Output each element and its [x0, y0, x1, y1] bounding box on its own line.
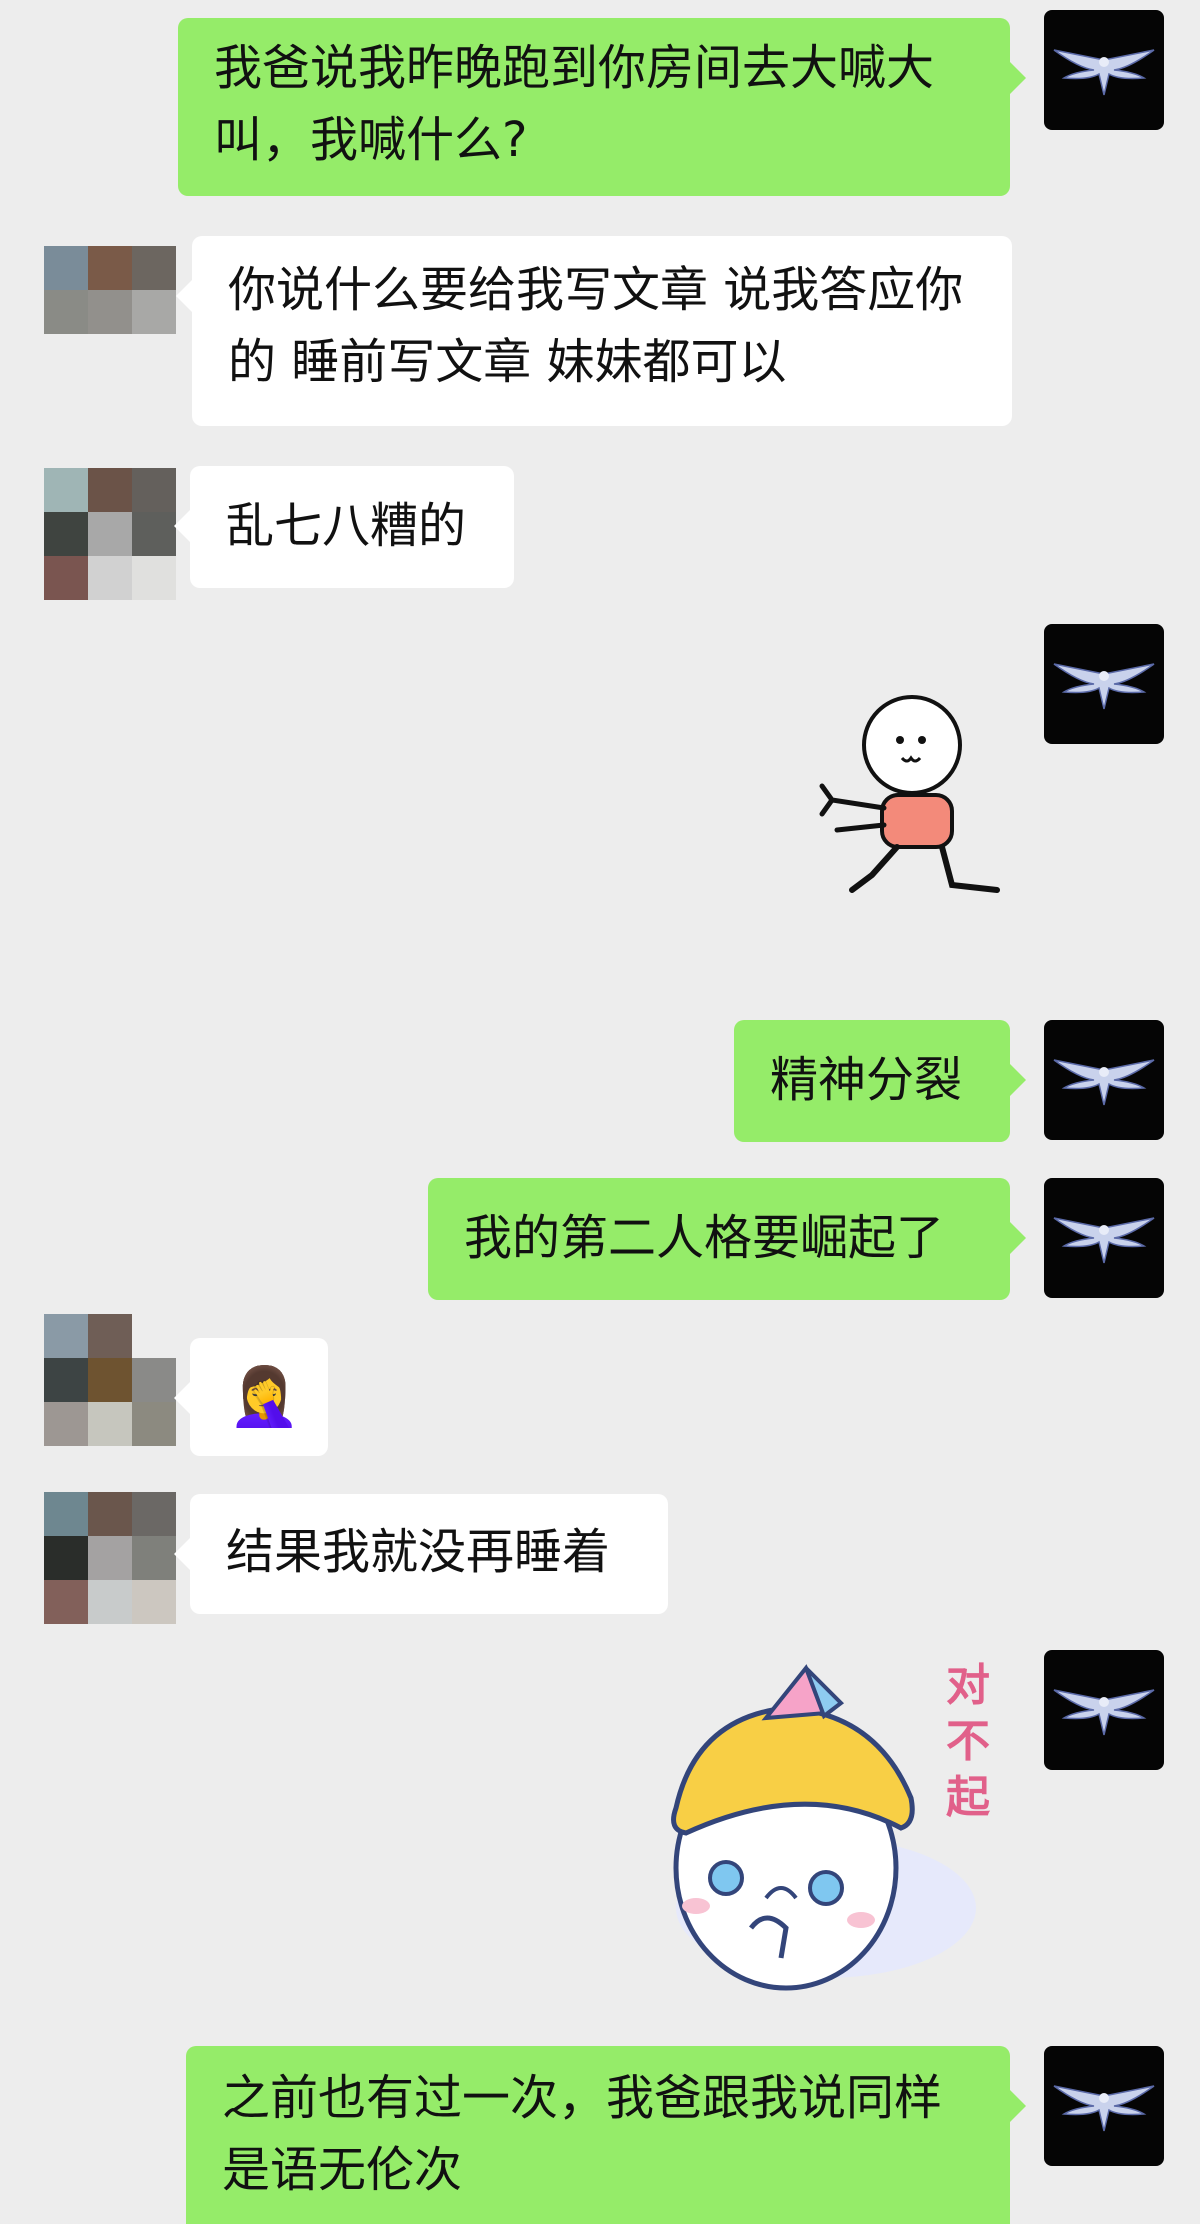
facepalm-emoji: 🤦‍♀️ — [228, 1362, 301, 1430]
eagle-logo-icon — [1053, 1217, 1155, 1264]
my-message-bubble[interactable]: 精神分裂 — [734, 1020, 1026, 1142]
eagle-logo-icon — [1053, 1059, 1155, 1106]
my-message-bubble[interactable]: 之前也有过一次，我爸跟我说同样是语无伦次 — [186, 2046, 1026, 2224]
contact-avatar[interactable] — [44, 1314, 176, 1446]
message-text: 你说什么要给我写文章 说我答应你的 睡前写文章 妹妹都可以 — [228, 262, 964, 390]
stickman-crawling-sticker[interactable] — [812, 690, 1012, 920]
my-avatar[interactable] — [1044, 1650, 1164, 1770]
eagle-logo-icon — [1053, 663, 1155, 710]
contact-message-bubble[interactable]: 乱七八糟的 — [174, 466, 514, 588]
my-avatar[interactable] — [1044, 1020, 1164, 1140]
my-avatar[interactable] — [1044, 1178, 1164, 1298]
message-text: 我爸说我昨晚跑到你房间去大喊大叫，我喊什么? — [214, 40, 935, 168]
contact-message-bubble[interactable]: 🤦‍♀️ — [174, 1338, 328, 1456]
contact-message-bubble[interactable]: 你说什么要给我写文章 说我答应你的 睡前写文章 妹妹都可以 — [176, 236, 1012, 426]
contact-avatar[interactable] — [44, 246, 176, 378]
contact-avatar[interactable] — [44, 1492, 176, 1624]
eagle-logo-icon — [1053, 2085, 1155, 2132]
contact-message-bubble[interactable]: 结果我就没再睡着 — [174, 1494, 668, 1614]
message-text: 我的第二人格要崛起了 — [464, 1210, 945, 1266]
message-text: 乱七八糟的 — [226, 498, 467, 554]
my-message-bubble[interactable]: 我爸说我昨晚跑到你房间去大喊大叫，我喊什么? — [178, 18, 1026, 196]
my-avatar[interactable] — [1044, 2046, 1164, 2166]
my-avatar[interactable] — [1044, 624, 1164, 744]
eagle-logo-icon — [1053, 1689, 1155, 1736]
message-text: 结果我就没再睡着 — [226, 1524, 611, 1580]
sticker-caption: 对不起 — [946, 1660, 990, 1823]
message-text: 精神分裂 — [770, 1052, 963, 1108]
eagle-logo-icon — [1053, 49, 1155, 96]
my-avatar[interactable] — [1044, 10, 1164, 130]
contact-avatar[interactable] — [44, 468, 176, 600]
message-text: 之前也有过一次，我爸跟我说同样是语无伦次 — [222, 2070, 943, 2198]
my-message-bubble[interactable]: 我的第二人格要崛起了 — [428, 1178, 1026, 1300]
sorry-cat-sticker[interactable]: 对不起 — [656, 1658, 1016, 2008]
